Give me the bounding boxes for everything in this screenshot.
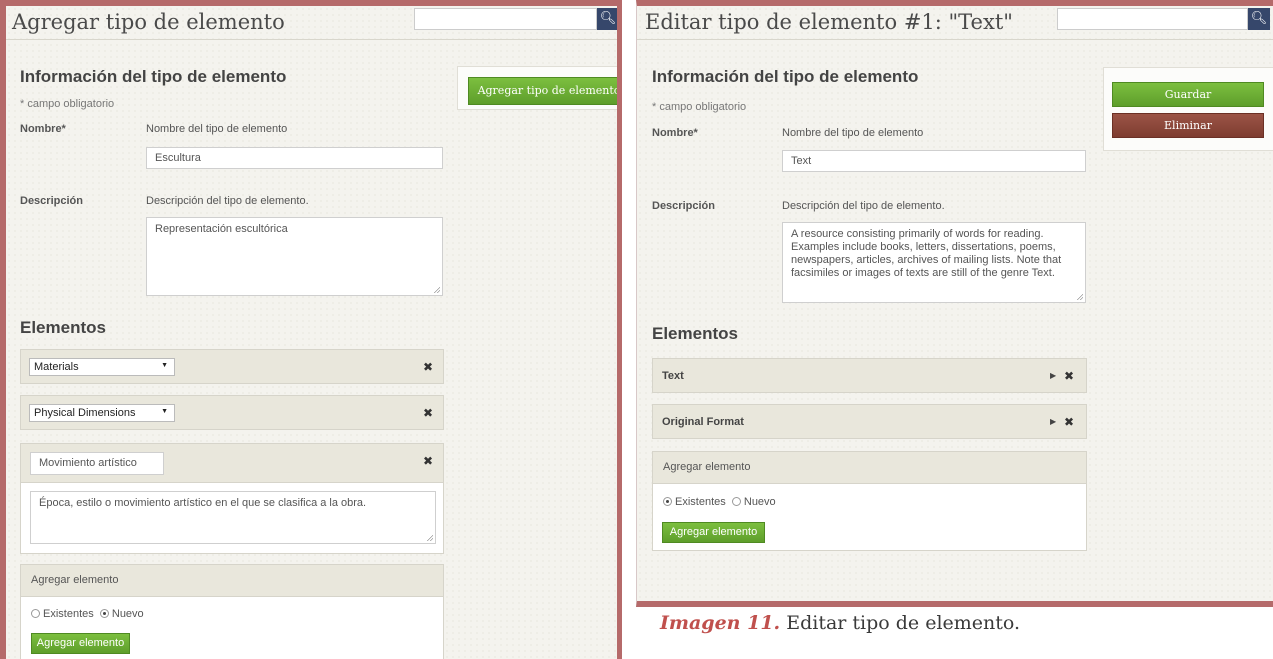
description-line: A resource consisting primarily of words… — [791, 228, 1044, 240]
delete-button[interactable]: Eliminar — [1112, 113, 1264, 138]
element-source-radios: Existentes Nuevo — [31, 608, 144, 620]
description-label: Descripción — [652, 200, 715, 212]
section-title: Información del tipo de elemento — [20, 67, 287, 86]
save-button[interactable]: Guardar — [1112, 82, 1264, 107]
close-icon[interactable]: ✖ — [1064, 415, 1074, 429]
search-button[interactable]: 🔍︎ — [597, 8, 617, 30]
new-element-description-text: Época, estilo o movimiento artístico en … — [39, 497, 367, 509]
page-title: Agregar tipo de elemento — [12, 10, 285, 34]
search-icon: 🔍︎ — [1250, 11, 1268, 26]
resize-handle[interactable] — [433, 286, 440, 293]
element-row: Materials ▼ ✖ — [20, 349, 444, 384]
description-line: Examples include books, letters, dissert… — [791, 241, 1056, 253]
caption-number: Imagen 11. — [660, 612, 781, 634]
element-row: Text ▶ ✖ — [652, 358, 1087, 393]
panel-header: Agregar tipo de elemento 🔍︎ — [6, 6, 617, 40]
description-line: newspapers, articles, archives of mailin… — [791, 254, 1062, 266]
required-note: * campo obligatorio — [652, 101, 747, 113]
add-element-box: Agregar elemento Existentes Nuevo Agrega… — [652, 451, 1087, 551]
description-help: Descripción del tipo de elemento. — [782, 200, 945, 212]
caret-right-icon[interactable]: ▶ — [1050, 417, 1056, 426]
page-title: Editar tipo de elemento #1: "Text" — [645, 10, 1013, 34]
radio-existing-label: Existentes — [675, 496, 726, 508]
name-field[interactable]: Escultura — [146, 147, 443, 169]
name-field[interactable]: Text — [782, 150, 1086, 172]
caret-right-icon[interactable]: ▶ — [1050, 371, 1056, 380]
close-icon[interactable]: ✖ — [423, 454, 433, 468]
description-label: Descripción — [20, 195, 83, 207]
add-item-type-panel: Agregar tipo de elemento 🔍︎ Información … — [0, 0, 622, 659]
description-field[interactable]: A resource consisting primarily of words… — [782, 222, 1086, 303]
add-item-type-button[interactable]: Agregar tipo de elemento — [468, 77, 617, 105]
add-element-header: Agregar elemento — [21, 565, 443, 597]
add-element-button[interactable]: Agregar elemento — [662, 522, 765, 543]
section-title: Información del tipo de elemento — [652, 67, 919, 86]
element-row: Original Format ▶ ✖ — [652, 404, 1087, 439]
search-input[interactable] — [414, 8, 597, 30]
caption-text: Editar tipo de elemento. — [780, 612, 1021, 634]
element-select[interactable]: Physical Dimensions ▼ — [29, 404, 175, 422]
element-name: Text — [662, 370, 684, 382]
figure-caption: Imagen 11. Editar tipo de elemento. — [660, 612, 1020, 634]
description-text: Representación escultórica — [155, 223, 288, 235]
radio-new-label: Nuevo — [111, 608, 144, 620]
name-help: Nombre del tipo de elemento — [146, 123, 288, 135]
search-button[interactable]: 🔍︎ — [1248, 8, 1270, 30]
resize-handle[interactable] — [1076, 293, 1083, 300]
resize-handle[interactable] — [426, 534, 433, 541]
element-source-radios: Existentes Nuevo — [663, 496, 776, 508]
edit-item-type-panel: Editar tipo de elemento #1: "Text" 🔍︎ In… — [636, 0, 1273, 607]
description-field[interactable]: Representación escultórica — [146, 217, 443, 296]
add-element-box: Agregar elemento Existentes Nuevo Agrega… — [20, 564, 444, 659]
element-name: Original Format — [662, 416, 744, 428]
description-line: facsimiles or images of texts are still … — [791, 267, 1055, 279]
add-element-header: Agregar elemento — [653, 452, 1086, 484]
new-element-description-field[interactable]: Época, estilo o movimiento artístico en … — [30, 491, 436, 544]
element-select-value: Physical Dimensions — [34, 407, 136, 419]
radio-existing[interactable] — [663, 497, 672, 506]
name-label: Nombre* — [652, 127, 698, 139]
panel-header: Editar tipo de elemento #1: "Text" 🔍︎ — [637, 6, 1273, 40]
radio-existing-label: Existentes — [43, 608, 94, 620]
elements-title: Elementos — [20, 318, 106, 337]
caret-down-icon: ▼ — [161, 362, 168, 369]
new-element-name-field[interactable]: Movimiento artístico — [30, 452, 164, 475]
radio-new[interactable] — [99, 609, 109, 618]
required-note: * campo obligatorio — [20, 98, 115, 110]
close-icon[interactable]: ✖ — [423, 406, 433, 420]
element-row: Physical Dimensions ▼ ✖ — [20, 395, 444, 430]
elements-title: Elementos — [652, 324, 738, 343]
new-element-box: Movimiento artístico ✖ Época, estilo o m… — [20, 443, 444, 554]
search-icon: 🔍︎ — [599, 11, 617, 26]
element-select-value: Materials — [34, 361, 79, 373]
description-help: Descripción del tipo de elemento. — [146, 195, 309, 207]
caret-down-icon: ▼ — [161, 408, 168, 415]
element-select[interactable]: Materials ▼ — [29, 358, 175, 376]
close-icon[interactable]: ✖ — [1064, 369, 1074, 383]
radio-new-label: Nuevo — [743, 496, 776, 508]
name-help: Nombre del tipo de elemento — [782, 127, 924, 139]
name-label: Nombre* — [20, 123, 66, 135]
add-element-button[interactable]: Agregar elemento — [31, 633, 130, 654]
radio-existing[interactable] — [31, 609, 40, 618]
side-panel: Agregar tipo de elemento — [457, 66, 617, 110]
close-icon[interactable]: ✖ — [423, 360, 433, 374]
search-input[interactable] — [1057, 8, 1248, 30]
radio-new[interactable] — [731, 497, 741, 506]
side-panel: Guardar Eliminar — [1103, 67, 1273, 151]
